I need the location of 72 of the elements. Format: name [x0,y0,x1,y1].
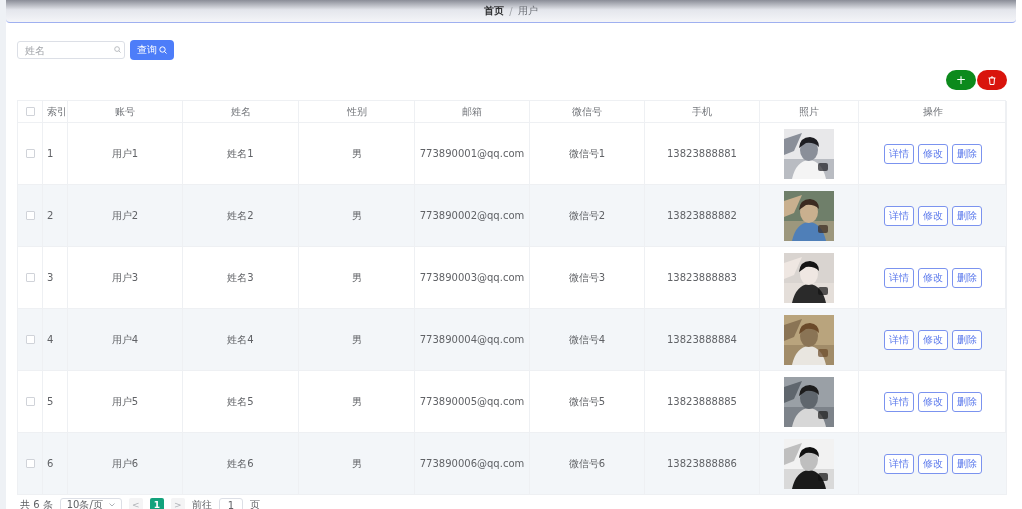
action-button[interactable]: 修改 [917,329,948,350]
goto-label: 前往 [191,498,212,509]
breadcrumb-item[interactable]: 用户 [517,4,538,18]
action-button[interactable]: 删除 [951,267,982,288]
column-header: 姓名 [183,101,299,123]
action-button[interactable]: 详情 [883,329,914,350]
chevron-down-icon [108,503,115,507]
trash-icon [988,75,996,85]
query-button[interactable]: 查询 [130,40,174,60]
action-button[interactable]: 修改 [917,267,948,288]
checkbox[interactable] [25,335,35,344]
column-header: 照片 [760,101,859,123]
action-button[interactable]: 修改 [917,391,948,412]
action-button[interactable]: 详情 [883,453,914,474]
action-button[interactable]: 删除 [951,453,982,474]
column-header: 账号 [68,101,183,123]
column-header: 操作 [859,101,1007,123]
delete-button[interactable] [977,70,1007,90]
page-size-select[interactable]: 10条/页 [59,497,122,509]
column-header: 微信号 [530,101,645,123]
search-field[interactable]: 姓名 [17,41,125,59]
table-cell: 4 [43,309,68,371]
action-button[interactable]: 修改 [917,143,948,164]
action-button[interactable]: 详情 [883,205,914,226]
breadcrumb-separator: / [509,5,513,17]
page-suffix: 页 [249,498,260,509]
total-count: 共 6 条 [20,498,53,509]
action-button[interactable]: 详情 [883,391,914,412]
checkbox[interactable] [25,107,35,116]
breadcrumb-item[interactable]: 首页 [484,4,505,18]
action-button[interactable]: 删除 [951,143,982,164]
table-cell: 6 [43,433,68,495]
table-cell: 男 [299,309,415,371]
table-cell: 用户2 [68,185,183,247]
table-cell: 姓名6 [183,433,299,495]
checkbox[interactable] [25,397,35,406]
action-button[interactable]: 修改 [917,453,948,474]
table-cell: 773890002@qq.com [415,185,530,247]
table-cell: 微信号6 [530,433,645,495]
column-header: 手机 [645,101,760,123]
table-cell: 男 [299,185,415,247]
checkbox[interactable] [25,459,35,468]
checkbox[interactable] [25,273,35,282]
search-icon [114,46,121,53]
add-button[interactable]: + [946,70,976,90]
table-cell: 773890006@qq.com [415,433,530,495]
checkbox[interactable] [25,211,35,220]
action-button[interactable]: 修改 [917,205,948,226]
table-cell: 男 [299,433,415,495]
table-cell: 姓名2 [183,185,299,247]
checkbox[interactable] [25,149,35,158]
column-header: 邮箱 [415,101,530,123]
table-cell: 姓名4 [183,309,299,371]
action-button[interactable]: 详情 [883,143,914,164]
table-cell: 微信号4 [530,309,645,371]
column-header: 索引 [43,101,68,123]
search-icon [159,46,167,54]
column-header: 性别 [299,101,415,123]
table-cell: 13823888884 [645,309,760,371]
table-cell: 773890004@qq.com [415,309,530,371]
page-button[interactable]: 1 [149,498,164,509]
table-cell: 用户6 [68,433,183,495]
action-button[interactable]: 删除 [951,391,982,412]
action-button[interactable]: 详情 [883,267,914,288]
action-button[interactable]: 删除 [951,205,982,226]
table-cell: 用户4 [68,309,183,371]
table-cell: 13823888882 [645,185,760,247]
goto-page-field[interactable]: 1 [218,497,243,509]
table-cell: 2 [43,185,68,247]
table-cell: 微信号2 [530,185,645,247]
table-cell: 13823888886 [645,433,760,495]
action-button[interactable]: 删除 [951,329,982,350]
